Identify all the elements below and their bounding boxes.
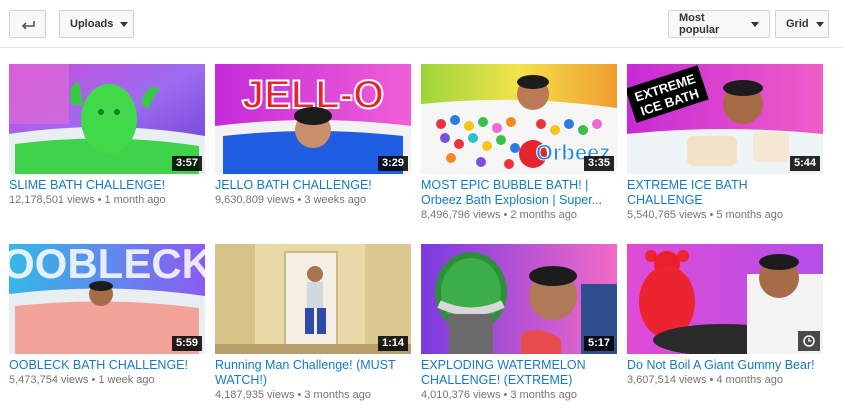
upload-age: 3 weeks ago [304,194,367,206]
video-duration: 5:44 [789,156,820,171]
view-count: 3,607,514 views [627,374,707,386]
view-count: 5,540,765 views [627,209,707,221]
sort-label: Most popular [679,12,720,36]
view-dropdown[interactable]: Grid [775,10,829,38]
video-meta: 12,178,501 views • 1 month ago [9,194,166,206]
caret-down-icon [120,21,129,27]
back-arrow-icon [21,21,35,29]
video-card[interactable]: 5:17 EXPLODING WATERMELON CHALLENGE! (EX… [421,244,617,402]
channel-toolbar: Uploads Most popular Grid [0,0,843,48]
video-title[interactable]: OOBLECK BATH CHALLENGE! [9,358,205,373]
upload-age: 1 week ago [98,374,155,386]
upload-age: 5 months ago [716,209,784,221]
view-label: Grid [786,18,809,30]
video-title[interactable]: MOST EPIC BUBBLE BATH! | Orbeez Bath Exp… [421,178,617,208]
video-thumbnail[interactable]: 3:57 [9,64,205,174]
video-thumbnail[interactable]: OOBLECK 5:59 [9,244,205,354]
video-meta: 5,473,754 views • 1 week ago [9,374,155,386]
upload-age: 2 months ago [510,209,578,221]
video-title[interactable]: EXPLODING WATERMELON CHALLENGE! (EXTREME… [421,358,617,388]
view-count: 8,496,796 views [421,209,501,221]
view-count: 4,010,376 views [421,389,501,401]
video-card[interactable]: Do Not Boil A Giant Gummy Bear! 3,607,51… [627,244,823,387]
view-count: 4,187,935 views [215,389,295,401]
upload-age: 1 month ago [104,194,166,206]
thumbnail-text: OOBLECK [9,244,205,287]
video-card[interactable]: Orbeez 3:35 MOST EPIC BUBBLE BATH! | Orb… [421,64,617,222]
video-thumbnail[interactable]: JELL-O 3:29 [215,64,411,174]
clock-glyph-icon [803,335,815,347]
video-title[interactable]: Do Not Boil A Giant Gummy Bear! [627,358,823,373]
video-title[interactable]: SLIME BATH CHALLENGE! [9,178,205,193]
caret-down-icon [815,21,824,27]
video-title[interactable]: JELLO BATH CHALLENGE! [215,178,411,193]
video-meta: 5,540,765 views • 5 months ago [627,209,784,221]
video-title[interactable]: Running Man Challenge! (MUST WATCH!) [215,358,411,388]
upload-age: 3 months ago [510,389,578,401]
video-thumbnail[interactable]: EXTREME ICE BATH 5:44 [627,64,823,174]
video-meta: 4,010,376 views • 3 months ago [421,389,578,401]
upload-age: 3 months ago [304,389,372,401]
video-thumbnail[interactable]: 5:17 [421,244,617,354]
video-duration: 3:57 [171,156,202,171]
thumbnail-image [627,244,823,354]
view-count: 9,630,809 views [215,194,295,206]
video-duration: 5:59 [171,336,202,351]
video-meta: 9,630,809 views • 3 weeks ago [215,194,367,206]
video-card[interactable]: EXTREME ICE BATH 5:44 EXTREME ICE BATH C… [627,64,823,222]
video-duration: 5:17 [583,336,614,351]
view-count: 5,473,754 views [9,374,89,386]
view-count: 12,178,501 views [9,194,95,206]
video-duration: 1:14 [377,336,408,351]
video-meta: 3,607,514 views • 4 months ago [627,374,784,386]
video-card[interactable]: 1:14 Running Man Challenge! (MUST WATCH!… [215,244,411,402]
upload-age: 4 months ago [716,374,784,386]
video-thumbnail[interactable] [627,244,823,354]
video-card[interactable]: JELL-O 3:29 JELLO BATH CHALLENGE! 9,630,… [215,64,411,207]
clock-icon[interactable] [798,331,820,351]
video-duration: 3:29 [377,156,408,171]
video-duration: 3:35 [583,156,614,171]
sort-dropdown[interactable]: Most popular [668,10,770,38]
video-card[interactable]: 3:57 SLIME BATH CHALLENGE! 12,178,501 vi… [9,64,205,207]
video-card[interactable]: OOBLECK 5:59 OOBLECK BATH CHALLENGE! 5,4… [9,244,205,387]
uploads-dropdown[interactable]: Uploads [59,10,134,38]
uploads-label: Uploads [70,18,114,30]
caret-down-icon [751,21,759,27]
video-thumbnail[interactable]: Orbeez 3:35 [421,64,617,174]
video-thumbnail[interactable]: 1:14 [215,244,411,354]
video-meta: 8,496,796 views • 2 months ago [421,209,578,221]
video-meta: 4,187,935 views • 3 months ago [215,389,372,401]
back-button[interactable] [9,10,46,38]
video-title[interactable]: EXTREME ICE BATH CHALLENGE [627,178,823,208]
